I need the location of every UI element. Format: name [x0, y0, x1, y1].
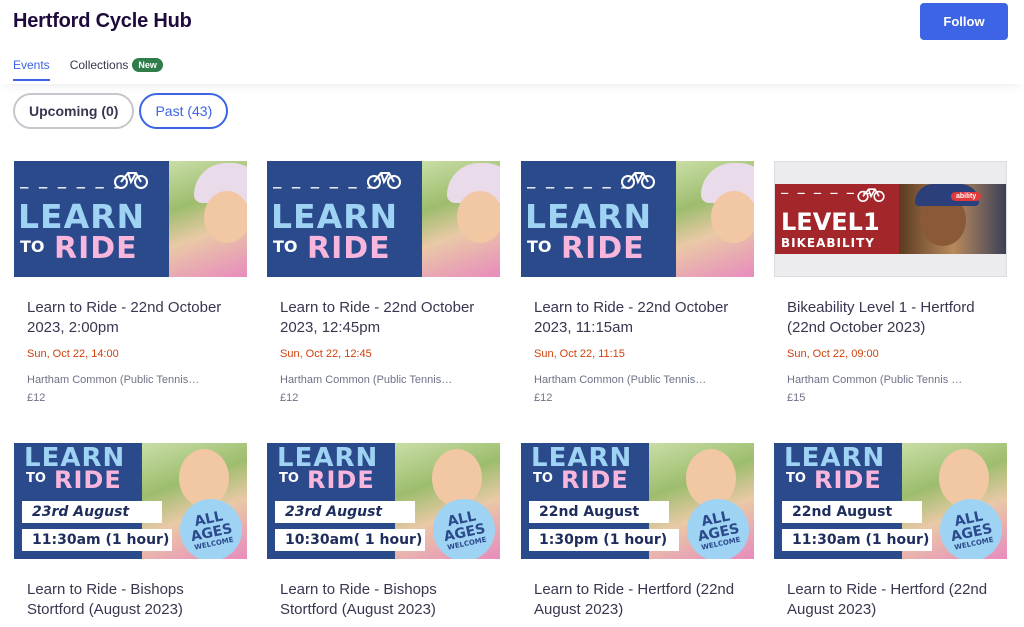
event-venue: Hartham Common (Public Tennis… [534, 374, 707, 386]
banner-ride: RIDE [307, 466, 375, 494]
banner-date: 22nd August [529, 501, 669, 523]
banner-date: 23rd August [22, 501, 162, 523]
page-header: Hertford Cycle Hub Follow Events Collect… [0, 0, 1024, 84]
event-price: £15 [787, 392, 806, 404]
event-card[interactable]: LEARN TO RIDE 22nd August 11:30am (1 hou… [774, 443, 1007, 620]
event-title[interactable]: Learn to Ride - 22nd October 2023, 2:00p… [14, 298, 247, 338]
tab-collections-label: Collections [69, 58, 129, 72]
event-date: Sun, Oct 22, 11:15 [534, 348, 625, 360]
child-photo [457, 191, 500, 243]
event-card[interactable]: ability _ _ _ _ _ _ LEVEL1 BIKEABILITY B… [774, 161, 1007, 404]
banner-to: TO [273, 237, 298, 256]
follow-button[interactable]: Follow [920, 3, 1008, 40]
event-banner: ability _ _ _ _ _ _ LEVEL1 BIKEABILITY [774, 161, 1007, 277]
banner-level1: LEVEL1 [781, 208, 880, 236]
child-photo [711, 191, 754, 243]
new-badge: New [132, 58, 163, 72]
banner-date: 22nd August [782, 501, 922, 523]
banner-to: TO [527, 237, 552, 256]
child-photo [686, 449, 736, 507]
event-title[interactable]: Bikeability Level 1 - Hertford (22nd Oct… [774, 298, 1007, 338]
child-photo [204, 191, 247, 243]
banner-to: TO [279, 471, 299, 486]
banner-ride: RIDE [307, 231, 391, 266]
event-banner: _ _ _ _ _ _ LEARN TO RIDE [14, 161, 247, 277]
filter-past[interactable]: Past (43) [139, 93, 229, 129]
event-title[interactable]: Learn to Ride - 22nd October 2023, 11:15… [521, 298, 754, 338]
event-venue: Hartham Common (Public Tennis… [27, 374, 200, 386]
banner-ride: RIDE [54, 231, 138, 266]
child-photo [432, 449, 482, 507]
child-photo [939, 449, 989, 507]
tab-collections[interactable]: Collections New [70, 54, 163, 76]
event-title[interactable]: Learn to Ride - Hertford (22nd August 20… [774, 580, 1007, 620]
banner-ride: RIDE [814, 466, 882, 494]
banner-ride: RIDE [561, 231, 645, 266]
event-venue: Hartham Common (Public Tennis… [280, 374, 453, 386]
event-date: Sun, Oct 22, 14:00 [27, 348, 119, 360]
event-banner: LEARN TO RIDE 23rd August 10:30am( 1 hou… [267, 443, 500, 559]
bicycle-icon [114, 172, 148, 189]
event-date: Sun, Oct 22, 12:45 [280, 348, 372, 360]
event-date: Sun, Oct 22, 09:00 [787, 348, 879, 360]
bikeability-logo: ability [951, 192, 982, 201]
event-card[interactable]: LEARN TO RIDE 23rd August 10:30am( 1 hou… [267, 443, 500, 620]
banner-time: 10:30am( 1 hour) [275, 529, 425, 551]
event-banner: _ _ _ _ _ _ LEARN TO RIDE [267, 161, 500, 277]
event-banner: LEARN TO RIDE 22nd August 1:30pm (1 hour… [521, 443, 754, 559]
banner-ride: RIDE [54, 466, 122, 494]
banner-ride: RIDE [561, 466, 629, 494]
event-title[interactable]: Learn to Ride - Bishops Stortford (Augus… [14, 580, 247, 620]
bicycle-icon [621, 172, 655, 189]
banner-time: 11:30am (1 hour) [782, 529, 932, 551]
filter-upcoming[interactable]: Upcoming (0) [13, 93, 135, 129]
banner-to: TO [786, 471, 806, 486]
tab-bar: Events Collections New [13, 54, 183, 81]
child-photo [179, 449, 229, 507]
banner-to: TO [20, 237, 45, 256]
event-title[interactable]: Learn to Ride - Hertford (22nd August 20… [521, 580, 754, 620]
event-filters: Upcoming (0) Past (43) [13, 93, 233, 129]
banner-date: 23rd August [275, 501, 415, 523]
event-card[interactable]: LEARN TO RIDE 22nd August 1:30pm (1 hour… [521, 443, 754, 620]
banner-time: 11:30am (1 hour) [22, 529, 172, 551]
event-price: £12 [280, 392, 299, 404]
event-card[interactable]: _ _ _ _ _ _ LEARN TO RIDE Learn to Ride … [267, 161, 500, 404]
banner-to: TO [533, 471, 553, 486]
bicycle-icon [367, 172, 401, 189]
bicycle-icon [857, 188, 885, 202]
banner-to: TO [26, 471, 46, 486]
event-banner: _ _ _ _ _ _ LEARN TO RIDE [521, 161, 754, 277]
event-banner: LEARN TO RIDE 22nd August 11:30am (1 hou… [774, 443, 1007, 559]
event-venue: Hartham Common (Public Tennis Cour… [787, 374, 964, 386]
tab-events[interactable]: Events [13, 54, 50, 81]
banner-time: 1:30pm (1 hour) [529, 529, 679, 551]
event-price: £12 [27, 392, 46, 404]
event-card[interactable]: _ _ _ _ _ _ LEARN TO RIDE Learn to Ride … [521, 161, 754, 404]
event-banner: LEARN TO RIDE 23rd August 11:30am (1 hou… [14, 443, 247, 559]
event-card[interactable]: _ _ _ _ _ _ LEARN TO RIDE Learn to Ride … [14, 161, 247, 404]
org-title: Hertford Cycle Hub [13, 10, 192, 32]
event-card[interactable]: LEARN TO RIDE 23rd August 11:30am (1 hou… [14, 443, 247, 620]
event-title[interactable]: Learn to Ride - 22nd October 2023, 12:45… [267, 298, 500, 338]
event-title[interactable]: Learn to Ride - Bishops Stortford (Augus… [267, 580, 500, 620]
event-price: £12 [534, 392, 553, 404]
banner-bikeability: BIKEABILITY [781, 236, 875, 250]
tab-events-label: Events [13, 58, 50, 72]
